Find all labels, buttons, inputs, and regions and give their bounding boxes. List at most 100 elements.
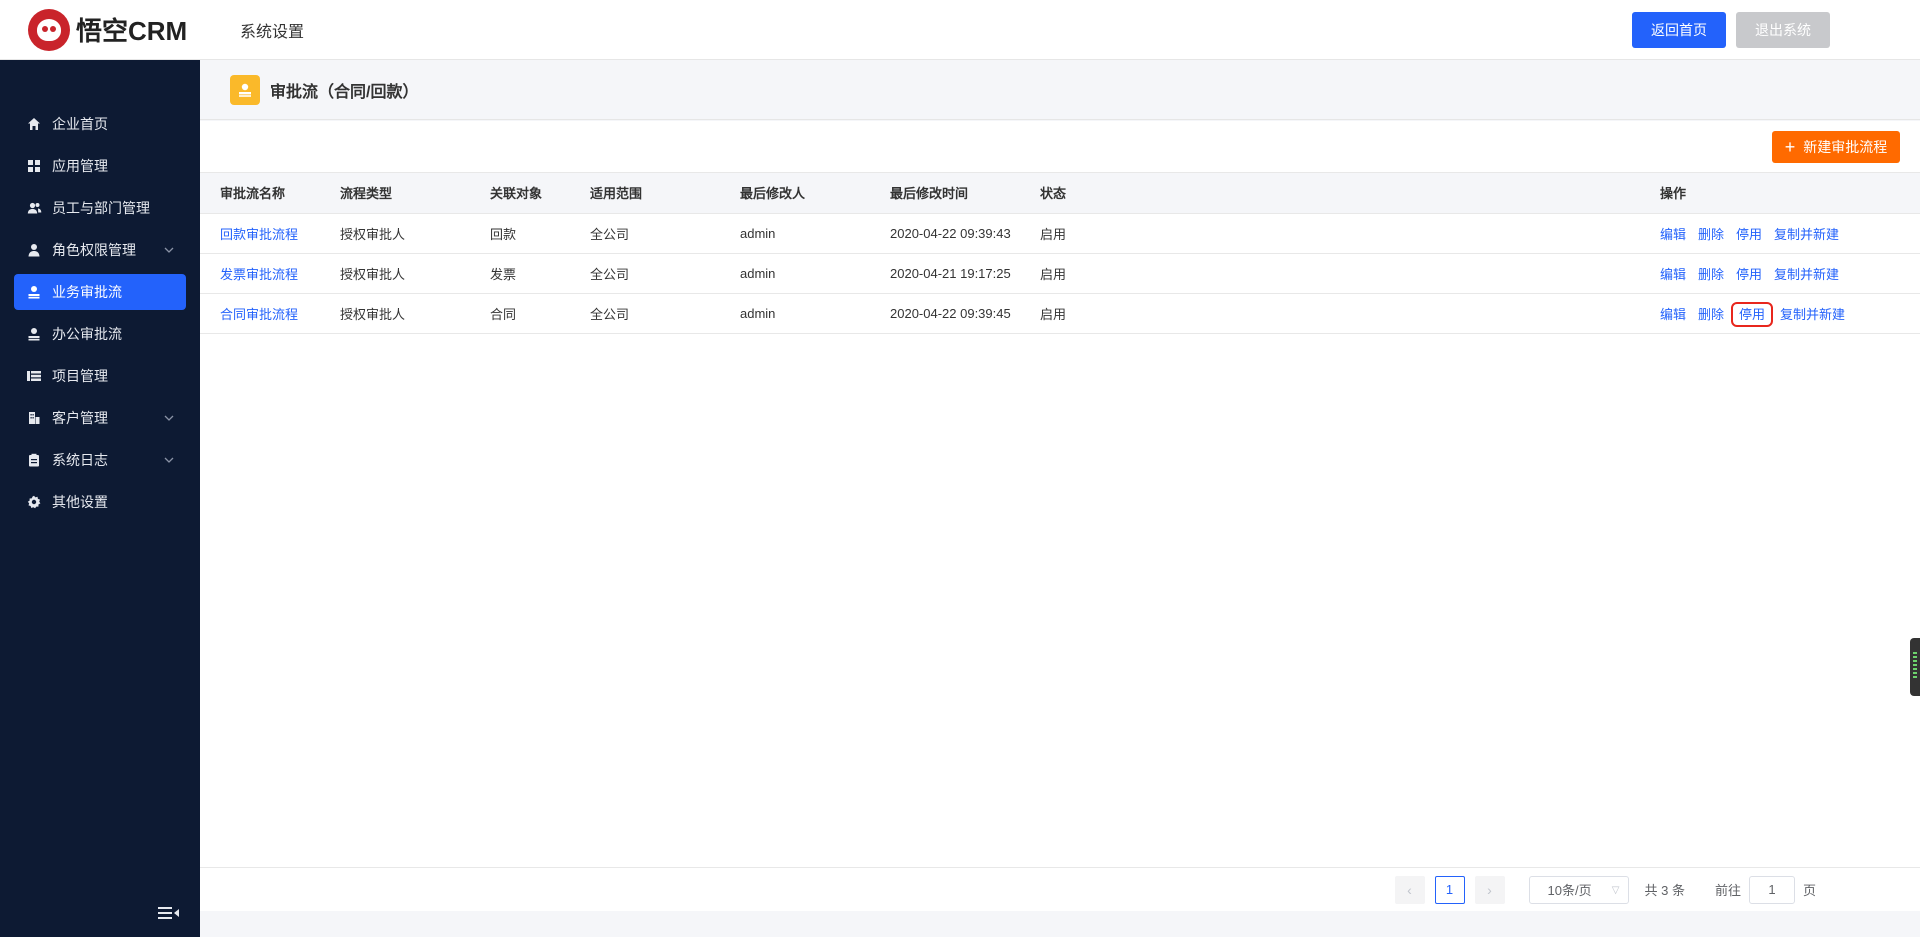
delete-button[interactable]: 删除 [1698, 227, 1724, 242]
page-header: 审批流（合同/回款） [200, 60, 1920, 120]
sidebar-nav: 企业首页 应用管理 员工与部门管理 角色权限管理 业务审批流 办公审批流 项目管… [0, 106, 200, 520]
sidebar-item-label: 客户管理 [52, 410, 108, 426]
sidebar-item-business-approval[interactable]: 业务审批流 [14, 274, 186, 310]
copy-new-button[interactable]: 复制并新建 [1780, 307, 1845, 322]
table-row: 发票审批流程 授权审批人 发票 全公司 admin 2020-04-21 19:… [200, 253, 1920, 294]
cell-status: 启用 [1040, 213, 1660, 254]
col-header-status: 状态 [1040, 173, 1660, 214]
col-header-type: 流程类型 [340, 173, 490, 214]
sidebar-item-label: 业务审批流 [52, 284, 122, 300]
disable-button[interactable]: 停用 [1731, 301, 1774, 327]
grid-icon [26, 158, 42, 174]
cell-status: 启用 [1040, 293, 1660, 334]
user-icon [26, 242, 42, 258]
edit-button[interactable]: 编辑 [1660, 227, 1686, 242]
col-header-modifier: 最后修改人 [740, 173, 890, 214]
page-number-button[interactable]: 1 [1434, 875, 1465, 904]
col-header-scope: 适用范围 [590, 173, 740, 214]
sidebar-item-label: 应用管理 [52, 158, 108, 174]
disable-button[interactable]: 停用 [1736, 227, 1762, 242]
col-header-name: 审批流名称 [200, 173, 340, 214]
copy-new-button[interactable]: 复制并新建 [1774, 267, 1839, 282]
approval-flow-table: 审批流名称 流程类型 关联对象 适用范围 最后修改人 最后修改时间 状态 操作 … [200, 173, 1920, 334]
section-title: 系统设置 [240, 23, 305, 41]
page-size-select[interactable]: 10条/页 ▽ [1528, 875, 1629, 904]
floating-side-handle[interactable] [1910, 638, 1920, 696]
cell-time: 2020-04-22 09:39:43 [890, 213, 1040, 254]
top-bar: 悟空CRM 系统设置 返回首页 退出系统 [0, 0, 1920, 60]
toolbar: + 新建审批流程 [200, 121, 1920, 173]
goto-page: 前往 页 [1714, 875, 1816, 904]
logo[interactable]: 悟空CRM [0, 0, 200, 60]
cell-type: 授权审批人 [340, 213, 490, 254]
goto-label: 前往 [1714, 883, 1741, 898]
disable-button[interactable]: 停用 [1736, 267, 1762, 282]
cell-scope: 全公司 [590, 253, 740, 294]
page-title: 审批流（合同/回款） [270, 83, 419, 101]
cell-status: 启用 [1040, 253, 1660, 294]
chevron-down-icon: ▽ [1611, 884, 1620, 896]
monkey-logo-icon [28, 8, 70, 51]
goto-page-input[interactable] [1748, 875, 1795, 904]
clipboard-icon [26, 452, 42, 468]
page-suffix: 页 [1802, 883, 1816, 898]
flow-name-link[interactable]: 回款审批流程 [220, 227, 298, 242]
cell-type: 授权审批人 [340, 253, 490, 294]
home-icon [26, 116, 42, 132]
cell-modifier: admin [740, 253, 890, 294]
new-approval-flow-button[interactable]: + 新建审批流程 [1772, 131, 1900, 163]
plus-icon: + [1784, 137, 1796, 157]
sidebar-item-projects[interactable]: 项目管理 [14, 358, 186, 394]
approval-icon [26, 326, 42, 342]
approval-icon [26, 284, 42, 300]
edit-button[interactable]: 编辑 [1660, 267, 1686, 282]
sidebar-item-system-log[interactable]: 系统日志 [14, 442, 186, 478]
cell-object: 发票 [490, 253, 590, 294]
cell-scope: 全公司 [590, 213, 740, 254]
sidebar-item-other-settings[interactable]: 其他设置 [14, 484, 186, 520]
cell-time: 2020-04-21 19:17:25 [890, 253, 1040, 294]
logo-text: 悟空CRM [76, 16, 188, 46]
sidebar-item-label: 办公审批流 [52, 326, 122, 342]
flow-name-link[interactable]: 合同审批流程 [220, 307, 298, 322]
cell-modifier: admin [740, 293, 890, 334]
sidebar-item-home[interactable]: 企业首页 [14, 106, 186, 142]
chevron-down-icon [162, 243, 176, 257]
cell-time: 2020-04-22 09:39:45 [890, 293, 1040, 334]
logout-button[interactable]: 退出系统 [1736, 12, 1830, 48]
building-icon [26, 410, 42, 426]
cell-modifier: admin [740, 213, 890, 254]
sidebar-item-apps[interactable]: 应用管理 [14, 148, 186, 184]
sidebar: 企业首页 应用管理 员工与部门管理 角色权限管理 业务审批流 办公审批流 项目管… [0, 60, 200, 937]
new-approval-flow-label: 新建审批流程 [1803, 139, 1888, 155]
approval-icon [230, 74, 260, 105]
total-count: 共 3 条 [1644, 883, 1685, 898]
sidebar-item-label: 角色权限管理 [52, 242, 136, 258]
table-row: 回款审批流程 授权审批人 回款 全公司 admin 2020-04-22 09:… [200, 213, 1920, 254]
back-home-button[interactable]: 返回首页 [1632, 12, 1726, 48]
sidebar-collapse-icon[interactable] [158, 905, 182, 923]
cell-scope: 全公司 [590, 293, 740, 334]
delete-button[interactable]: 删除 [1698, 267, 1724, 282]
page-size-value: 10条/页 [1547, 883, 1592, 898]
main-area: 审批流（合同/回款） + 新建审批流程 审批流名称 流程类型 关联对象 适用范围… [200, 60, 1920, 937]
sidebar-item-label: 系统日志 [52, 452, 108, 468]
next-page-icon[interactable]: › [1474, 875, 1505, 904]
col-header-object: 关联对象 [490, 173, 590, 214]
col-header-time: 最后修改时间 [890, 173, 1040, 214]
delete-button[interactable]: 删除 [1698, 307, 1724, 322]
copy-new-button[interactable]: 复制并新建 [1774, 227, 1839, 242]
sidebar-item-employees[interactable]: 员工与部门管理 [14, 190, 186, 226]
sidebar-item-office-approval[interactable]: 办公审批流 [14, 316, 186, 352]
chevron-down-icon [162, 453, 176, 467]
sidebar-item-label: 员工与部门管理 [52, 200, 150, 216]
edit-button[interactable]: 编辑 [1660, 307, 1686, 322]
sidebar-item-customers[interactable]: 客户管理 [14, 400, 186, 436]
table-header-row: 审批流名称 流程类型 关联对象 适用范围 最后修改人 最后修改时间 状态 操作 [200, 173, 1920, 214]
prev-page-icon[interactable]: ‹ [1394, 875, 1425, 904]
flow-name-link[interactable]: 发票审批流程 [220, 267, 298, 282]
cell-object: 合同 [490, 293, 590, 334]
sidebar-item-label: 企业首页 [52, 116, 108, 132]
col-header-ops: 操作 [1660, 173, 1920, 214]
sidebar-item-roles[interactable]: 角色权限管理 [14, 232, 186, 268]
